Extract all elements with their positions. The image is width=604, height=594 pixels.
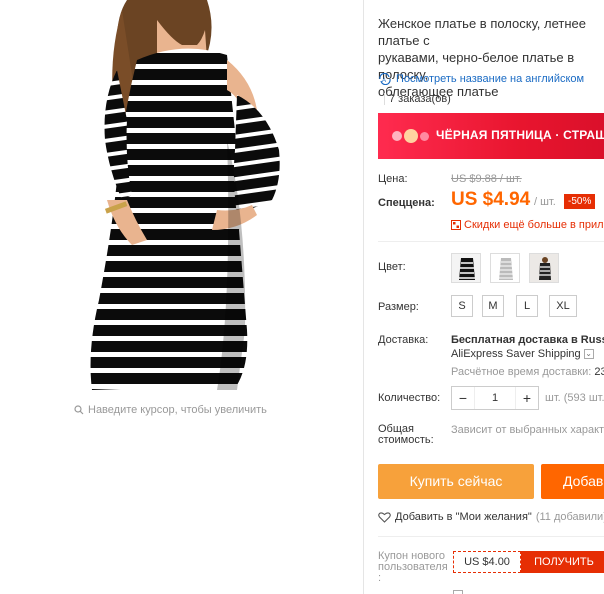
product-main-image[interactable]: [87, 0, 287, 398]
quantity-label: Количество:: [378, 392, 441, 404]
delivery-estimate-value: 23-37 дней: [594, 366, 604, 378]
shipping-method-select[interactable]: AliExpress Saver Shipping ⌄: [451, 348, 594, 360]
quantity-plus-button[interactable]: +: [516, 387, 538, 409]
zoom-hint-text: Наведите курсор, чтобы увеличить: [88, 404, 267, 416]
product-info: Женское платье в полоску, летнее платье …: [378, 0, 604, 594]
add-to-wishlist-link[interactable]: Добавить в "Мои желания" (11 добавили): [378, 511, 604, 523]
size-option-m[interactable]: M: [482, 295, 504, 317]
coupon-value: US $4.00: [453, 551, 521, 573]
black-friday-banner[interactable]: ЧЁРНАЯ ПЯТНИЦА · СТРАШНЫЕ СКИДКИ: [378, 113, 604, 159]
add-to-cart-button[interactable]: Добавить в корзину: [541, 464, 604, 499]
translate-link-text: Посмотреть название на английском: [396, 73, 585, 85]
get-coupon-button[interactable]: ПОЛУЧИТЬ: [521, 551, 604, 573]
price-per-unit: / шт.: [534, 196, 556, 208]
delivery-label: Доставка:: [378, 334, 429, 346]
banner-text: ЧЁРНАЯ ПЯТНИЦА · СТРАШНЫЕ СКИДКИ: [436, 128, 604, 142]
special-price-label: Спеццена:: [378, 197, 435, 209]
qr-code-icon: [451, 220, 461, 230]
total-label: Общая стоимость:: [378, 423, 434, 446]
translate-icon: A: [379, 73, 391, 85]
total-value: Зависит от выбранных характеристик: [451, 424, 604, 436]
delivery-estimate-label: Расчётное время доставки:: [451, 366, 592, 378]
color-option-model[interactable]: [529, 253, 559, 283]
heart-icon: [378, 511, 391, 523]
quantity-available: шт. (593 шт. доступно): [545, 392, 604, 404]
old-price: US $9.88 / шт.: [451, 173, 522, 185]
delivery-estimate: Расчётное время доставки: 23-37 дней: [451, 366, 604, 378]
size-option-s[interactable]: S: [451, 295, 473, 317]
size-option-l[interactable]: L: [516, 295, 538, 317]
chevron-down-icon: ⌄: [583, 349, 594, 359]
svg-text:A: A: [382, 78, 386, 84]
translate-title-link[interactable]: A Посмотреть название на английском: [378, 73, 584, 85]
product-title: Женское платье в полоску, летнее платье …: [378, 16, 586, 99]
discount-badge: -50%: [564, 194, 596, 209]
size-option-xl[interactable]: XL: [549, 295, 577, 317]
wishlist-count: (11 добавили): [535, 511, 604, 523]
product-gallery: Наведите курсор, чтобы увеличить: [0, 0, 363, 594]
color-label: Цвет:: [378, 261, 406, 273]
shipping-method-text: AliExpress Saver Shipping: [451, 348, 581, 360]
app-discount-text: Скидки ещё больше в приложении: [464, 219, 604, 231]
delivery-destination: Бесплатная доставка в Russian Federation: [451, 334, 604, 346]
orders-count: 7 заказа(ов): [384, 93, 451, 105]
color-option-black-stripe[interactable]: [451, 253, 481, 283]
quantity-input[interactable]: 1: [474, 387, 516, 409]
banner-dots-icon: [392, 127, 432, 145]
special-price: US $4.94: [451, 189, 531, 210]
buy-now-button[interactable]: Купить сейчас: [378, 464, 534, 499]
section-divider: [378, 241, 604, 242]
quantity-stepper: − 1 +: [451, 386, 539, 410]
new-user-coupon-label: Купон нового пользователя :: [378, 550, 448, 584]
section-divider: [378, 536, 604, 537]
quantity-minus-button[interactable]: −: [452, 387, 474, 409]
price-label: Цена:: [378, 173, 408, 185]
app-discount-link[interactable]: Скидки ещё больше в приложении: [451, 219, 604, 231]
panel-divider: [363, 0, 364, 594]
size-label: Размер:: [378, 301, 419, 313]
magnifier-icon: [74, 405, 84, 415]
color-option-gray-stripe[interactable]: [490, 253, 520, 283]
wishlist-text: Добавить в "Мои желания": [395, 511, 532, 523]
zoom-hint: Наведите курсор, чтобы увеличить: [74, 404, 267, 416]
option-checkbox[interactable]: [453, 590, 463, 594]
